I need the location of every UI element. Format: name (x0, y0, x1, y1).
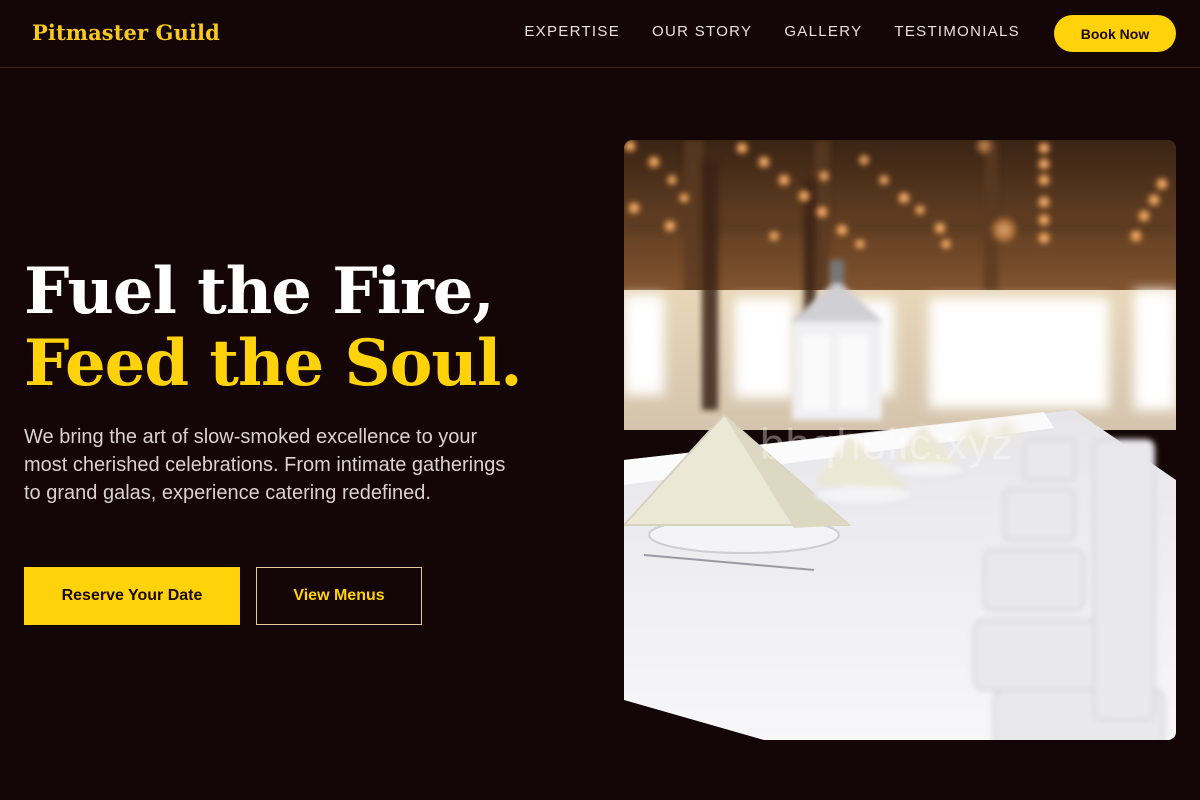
hero-title: Fuel the Fire, Feed the Soul. (24, 254, 523, 401)
nav-link-our-story[interactable]: OUR STORY (652, 23, 752, 40)
page: Pitmaster Guild EXPERTISE OUR STORY GALL… (0, 0, 1200, 800)
hero-description: We bring the art of slow-smoked excellen… (24, 426, 506, 504)
view-menus-button[interactable]: View Menus (256, 567, 422, 625)
nav-link-testimonials[interactable]: TESTIMONIALS (894, 23, 1020, 40)
hero-image (624, 140, 1176, 740)
site-header: Pitmaster Guild EXPERTISE OUR STORY GALL… (0, 0, 1200, 68)
nav-link-gallery[interactable]: GALLERY (784, 23, 862, 40)
banquet-hall-illustration (624, 140, 1176, 740)
hero-title-line-2: Feed the Soul. (24, 326, 523, 401)
hero-title-line-1: Fuel the Fire, (24, 254, 495, 329)
reserve-date-button[interactable]: Reserve Your Date (24, 567, 240, 625)
brand-logo[interactable]: Pitmaster Guild (32, 20, 220, 45)
nav-link-expertise[interactable]: EXPERTISE (524, 23, 620, 40)
book-now-button[interactable]: Book Now (1054, 15, 1176, 52)
main-nav: EXPERTISE OUR STORY GALLERY TESTIMONIALS (524, 23, 1020, 40)
